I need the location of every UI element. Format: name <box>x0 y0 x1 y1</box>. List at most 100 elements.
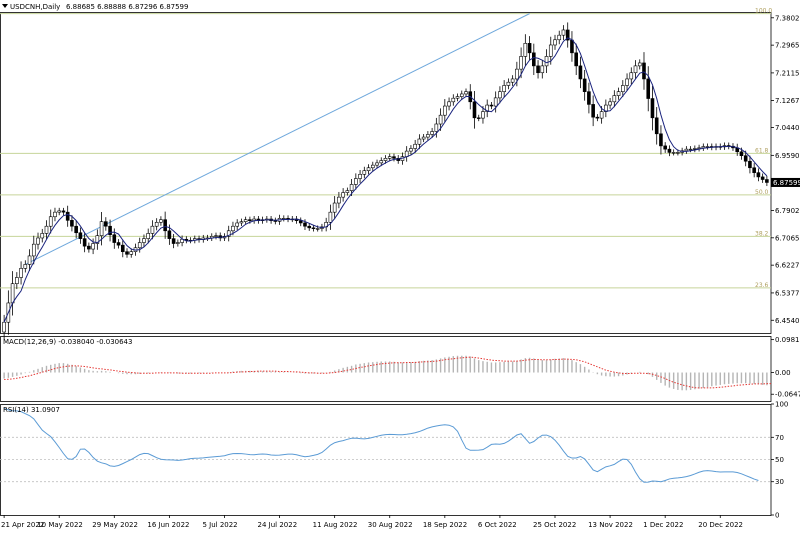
fib-level-label: 23.6 <box>755 282 769 289</box>
candle <box>328 204 333 230</box>
candle-body <box>532 52 536 67</box>
candle <box>570 31 574 62</box>
candle <box>65 205 70 227</box>
candle <box>19 261 23 285</box>
candle <box>10 271 15 316</box>
candle <box>760 173 765 183</box>
candle <box>587 82 591 114</box>
candle <box>341 188 345 202</box>
candle-body <box>328 211 333 223</box>
panel-frame-1 <box>0 12 772 334</box>
candle <box>404 146 409 162</box>
moving-average <box>3 37 768 323</box>
candle-body <box>44 225 49 234</box>
candle-body <box>765 179 769 183</box>
candle <box>527 36 532 60</box>
candle <box>362 166 367 179</box>
candle <box>95 229 100 250</box>
candle <box>684 146 689 154</box>
fib-level-label: 50.0 <box>755 189 769 196</box>
rsi-axis-tick-label: 50 <box>775 456 784 464</box>
price-axis-tick-label: 7.04400 <box>775 124 800 132</box>
candle-body <box>341 192 345 198</box>
candle-body <box>146 233 150 239</box>
candle-body <box>366 167 371 172</box>
candle-body <box>464 91 468 95</box>
time-axis-tick-label: 11 Aug 2022 <box>313 521 358 529</box>
candle <box>74 220 78 239</box>
candle <box>23 260 28 273</box>
candle-body <box>633 65 638 74</box>
time-axis-tick-label: 18 Sep 2022 <box>423 521 467 529</box>
price-axis-tick-label: 7.12670 <box>775 97 800 105</box>
candle-body <box>159 219 163 223</box>
candle-body <box>10 283 15 304</box>
macd-histogram <box>3 355 772 391</box>
candle <box>765 175 769 187</box>
candle <box>366 164 371 175</box>
candle-body <box>476 117 481 119</box>
candle <box>137 237 142 253</box>
candle-body <box>311 227 316 229</box>
candle-body <box>654 117 659 135</box>
candle-body <box>616 91 621 96</box>
candle-body <box>506 81 511 86</box>
candle-body <box>421 136 426 140</box>
candle-body <box>671 152 676 154</box>
candle-body <box>650 98 655 119</box>
candle-body <box>99 221 104 236</box>
candle-body <box>693 148 697 150</box>
candle <box>697 144 701 152</box>
candle-body <box>214 235 218 237</box>
candle <box>184 236 189 244</box>
panel-frames <box>0 12 772 516</box>
candle <box>104 217 108 231</box>
candle-body <box>142 238 146 243</box>
candle <box>426 131 430 141</box>
candle-body <box>19 268 23 278</box>
chart-window: 100.0 61.8 50.0 38.2 23.6 7.38025 7.29650 7.21… <box>0 0 800 532</box>
candle-body <box>104 221 108 227</box>
candle-body <box>61 210 66 213</box>
candle-body <box>637 62 642 67</box>
candle <box>502 80 506 98</box>
price-axis-tick-label: 6.95900 <box>775 152 800 160</box>
candle-body <box>409 148 413 152</box>
candle <box>61 207 66 216</box>
candle-body <box>663 145 667 150</box>
candle <box>510 75 515 86</box>
candle <box>159 216 163 226</box>
candle <box>281 215 286 222</box>
panel-frame-3 <box>0 404 772 516</box>
time-axis-tick-label: 25 Oct 2022 <box>533 521 576 529</box>
candle-body <box>519 56 523 70</box>
candle-body <box>642 62 646 80</box>
candle <box>112 228 117 249</box>
candle-body <box>243 219 248 222</box>
fib-level-label: 100.0 <box>755 8 772 15</box>
dropdown-triangle-icon[interactable] <box>2 4 8 8</box>
candle <box>125 248 129 258</box>
candle-body <box>498 91 502 99</box>
candle-body <box>383 157 388 161</box>
candle <box>654 107 659 145</box>
candle-body <box>23 264 28 269</box>
candle-body <box>298 220 303 224</box>
time-axis-tick-label: 10 May 2022 <box>37 521 83 529</box>
current-price-value: 6.87599 <box>773 179 800 187</box>
candle-body <box>667 148 672 153</box>
rsi-line-path <box>3 407 759 483</box>
candle-body <box>739 151 744 156</box>
candle <box>57 207 62 216</box>
candle-body <box>70 220 74 227</box>
candle-body <box>332 202 337 213</box>
candle-body <box>451 97 456 103</box>
candle-body <box>2 321 6 333</box>
candle-body <box>646 78 651 99</box>
candle-body <box>273 220 278 222</box>
candle <box>659 125 663 155</box>
candle-body <box>82 238 87 247</box>
candle-body <box>748 160 752 169</box>
candle-body <box>459 93 464 97</box>
candle <box>239 218 244 226</box>
